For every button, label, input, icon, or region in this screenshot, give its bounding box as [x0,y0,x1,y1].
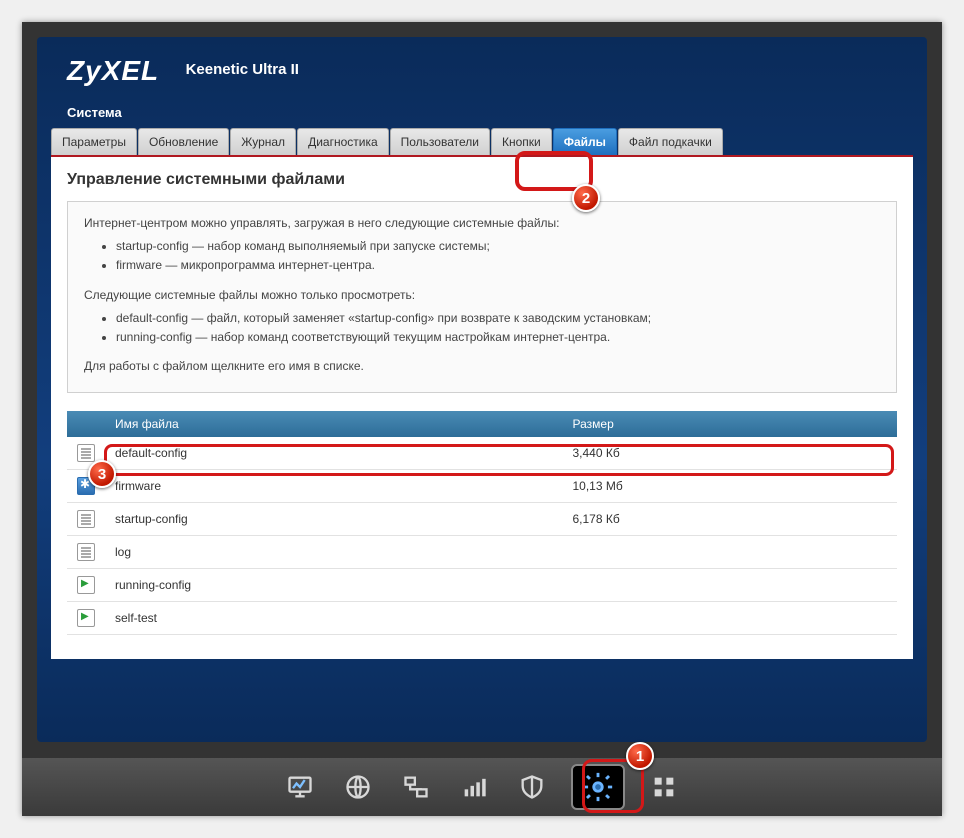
info-list2-item: running-config — набор команд соответств… [116,328,880,347]
section-title: Система [37,95,927,128]
content-area: Управление системными файлами Интернет-ц… [51,157,913,659]
col-size-header: Размер [563,411,898,437]
file-icon [67,569,105,602]
file-size-cell: 3,440 Кб [563,437,898,470]
tab-7[interactable]: Файл подкачки [618,128,723,155]
info-box: Интернет-центром можно управлять, загруж… [67,201,897,393]
file-icon [67,602,105,635]
tab-2[interactable]: Журнал [230,128,296,155]
header: ZyXEL Keenetic Ultra II [37,37,927,95]
model-name: Keenetic Ultra II [186,61,299,78]
file-name-cell: startup-config [105,503,563,536]
tab-3[interactable]: Диагностика [297,128,389,155]
tab-bar: ПараметрыОбновлениеЖурналДиагностикаПоль… [51,128,913,157]
file-name-cell: default-config [105,437,563,470]
apps-icon[interactable] [645,771,683,803]
info-list1-item: startup-config — набор команд выполняемы… [116,237,880,256]
file-name-cell: running-config [105,569,563,602]
annotation-marker-2: 2 [572,184,600,212]
file-name-cell: log [105,536,563,569]
network-icon[interactable] [397,771,435,803]
app-frame: ZyXEL Keenetic Ultra II Система Параметр… [22,22,942,816]
info-list1-item: firmware — микропрограмма интернет-центр… [116,256,880,275]
globe-icon[interactable] [339,771,377,803]
file-size-cell: 10,13 Мб [563,470,898,503]
doc-file-icon [77,444,95,462]
info-p3: Для работы с файлом щелкните его имя в с… [84,357,880,376]
brand-logo: ZyXEL [67,55,159,87]
file-size-cell [563,602,898,635]
file-icon [67,536,105,569]
tab-6[interactable]: Файлы [553,128,617,155]
file-name-cell: self-test [105,602,563,635]
run-file-icon [77,576,95,594]
file-row-startup-config[interactable]: startup-config6,178 Кб [67,503,897,536]
tab-1[interactable]: Обновление [138,128,229,155]
file-name-cell: firmware [105,470,563,503]
info-list2-item: default-config — файл, который заменяет … [116,309,880,328]
file-size-cell: 6,178 Кб [563,503,898,536]
tab-5[interactable]: Кнопки [491,128,552,155]
gear-icon[interactable] [571,764,625,810]
file-size-cell [563,536,898,569]
main-panel: ZyXEL Keenetic Ultra II Система Параметр… [37,37,927,742]
annotation-marker-3: 3 [88,460,116,488]
run-file-icon [77,609,95,627]
annotation-marker-1: 1 [626,742,654,770]
col-name-header: Имя файла [105,411,563,437]
shield-icon[interactable] [513,771,551,803]
file-row-firmware[interactable]: firmware10,13 Мб [67,470,897,503]
doc-file-icon [77,543,95,561]
info-p2: Следующие системные файлы можно только п… [84,286,880,305]
file-row-default-config[interactable]: default-config3,440 Кб [67,437,897,470]
file-row-running-config[interactable]: running-config [67,569,897,602]
file-row-self-test[interactable]: self-test [67,602,897,635]
tab-0[interactable]: Параметры [51,128,137,155]
file-icon [67,503,105,536]
tab-4[interactable]: Пользователи [390,128,490,155]
file-size-cell [563,569,898,602]
monitor-icon[interactable] [281,771,319,803]
doc-file-icon [77,510,95,528]
dock-bar [22,758,942,816]
page-heading: Управление системными файлами [67,171,897,189]
wifi-icon[interactable] [455,771,493,803]
col-icon [67,411,105,437]
info-p1: Интернет-центром можно управлять, загруж… [84,214,880,233]
file-table: Имя файла Размер default-config3,440 Кбf… [67,411,897,635]
file-row-log[interactable]: log [67,536,897,569]
